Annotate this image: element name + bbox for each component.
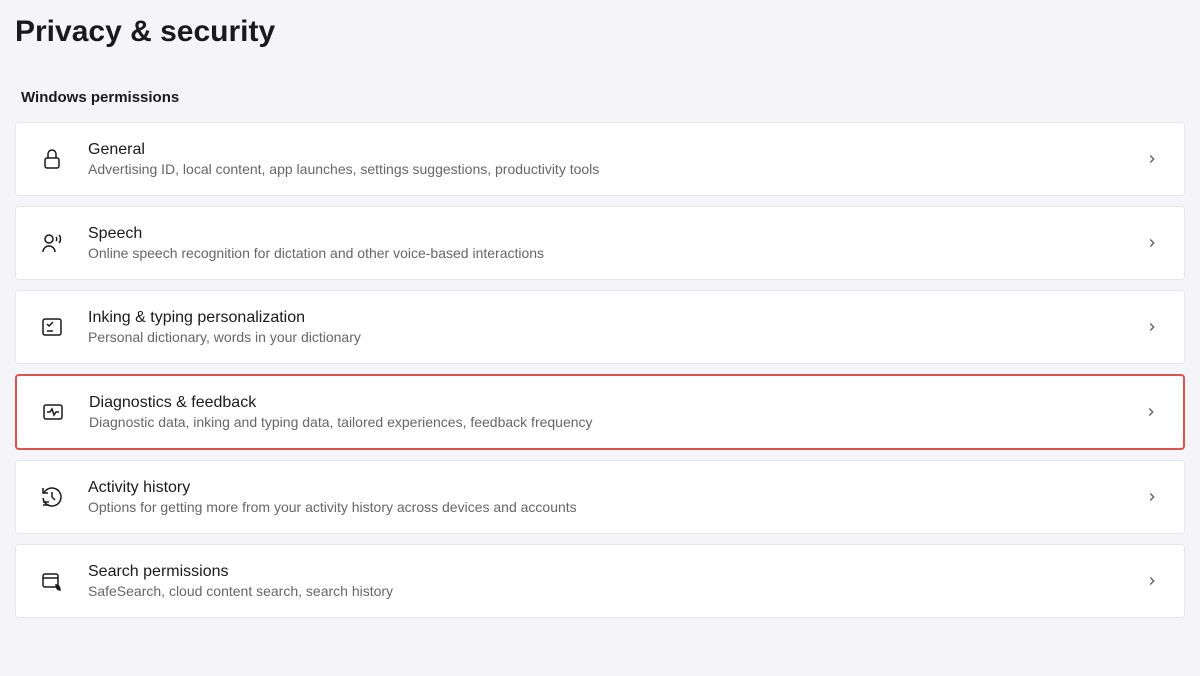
card-content: Search permissions SafeSearch, cloud con…	[88, 563, 1120, 599]
chevron-right-icon	[1144, 573, 1160, 589]
privacy-security-page: Privacy & security Windows permissions G…	[0, 0, 1200, 618]
card-title: Search permissions	[88, 563, 1120, 581]
card-description: Online speech recognition for dictation …	[88, 245, 1120, 261]
settings-item-inking-typing[interactable]: Inking & typing personalization Personal…	[15, 290, 1185, 364]
settings-item-general[interactable]: General Advertising ID, local content, a…	[15, 122, 1185, 196]
chevron-right-icon	[1143, 404, 1159, 420]
card-description: Diagnostic data, inking and typing data,…	[89, 414, 1119, 430]
activity-history-icon	[40, 485, 64, 509]
page-title: Privacy & security	[15, 15, 1185, 49]
chevron-right-icon	[1144, 235, 1160, 251]
chevron-right-icon	[1144, 319, 1160, 335]
inking-typing-icon	[40, 315, 64, 339]
card-content: General Advertising ID, local content, a…	[88, 141, 1120, 177]
card-description: Options for getting more from your activ…	[88, 499, 1120, 515]
settings-item-diagnostics-feedback[interactable]: Diagnostics & feedback Diagnostic data, …	[15, 374, 1185, 450]
card-content: Activity history Options for getting mor…	[88, 479, 1120, 515]
card-title: Speech	[88, 225, 1120, 243]
chevron-right-icon	[1144, 151, 1160, 167]
card-description: Advertising ID, local content, app launc…	[88, 161, 1120, 177]
settings-item-search-permissions[interactable]: Search permissions SafeSearch, cloud con…	[15, 544, 1185, 618]
diagnostics-icon	[41, 400, 65, 424]
chevron-right-icon	[1144, 489, 1160, 505]
settings-card-list: General Advertising ID, local content, a…	[15, 122, 1185, 618]
search-permissions-icon	[40, 569, 64, 593]
settings-item-activity-history[interactable]: Activity history Options for getting mor…	[15, 460, 1185, 534]
card-title: Diagnostics & feedback	[89, 394, 1119, 412]
card-title: Activity history	[88, 479, 1120, 497]
card-content: Diagnostics & feedback Diagnostic data, …	[89, 394, 1119, 430]
card-description: Personal dictionary, words in your dicti…	[88, 329, 1120, 345]
card-description: SafeSearch, cloud content search, search…	[88, 583, 1120, 599]
card-content: Speech Online speech recognition for dic…	[88, 225, 1120, 261]
card-title: Inking & typing personalization	[88, 309, 1120, 327]
card-title: General	[88, 141, 1120, 159]
section-header: Windows permissions	[21, 89, 1185, 106]
settings-item-speech[interactable]: Speech Online speech recognition for dic…	[15, 206, 1185, 280]
speech-icon	[40, 231, 64, 255]
card-content: Inking & typing personalization Personal…	[88, 309, 1120, 345]
lock-icon	[40, 147, 64, 171]
